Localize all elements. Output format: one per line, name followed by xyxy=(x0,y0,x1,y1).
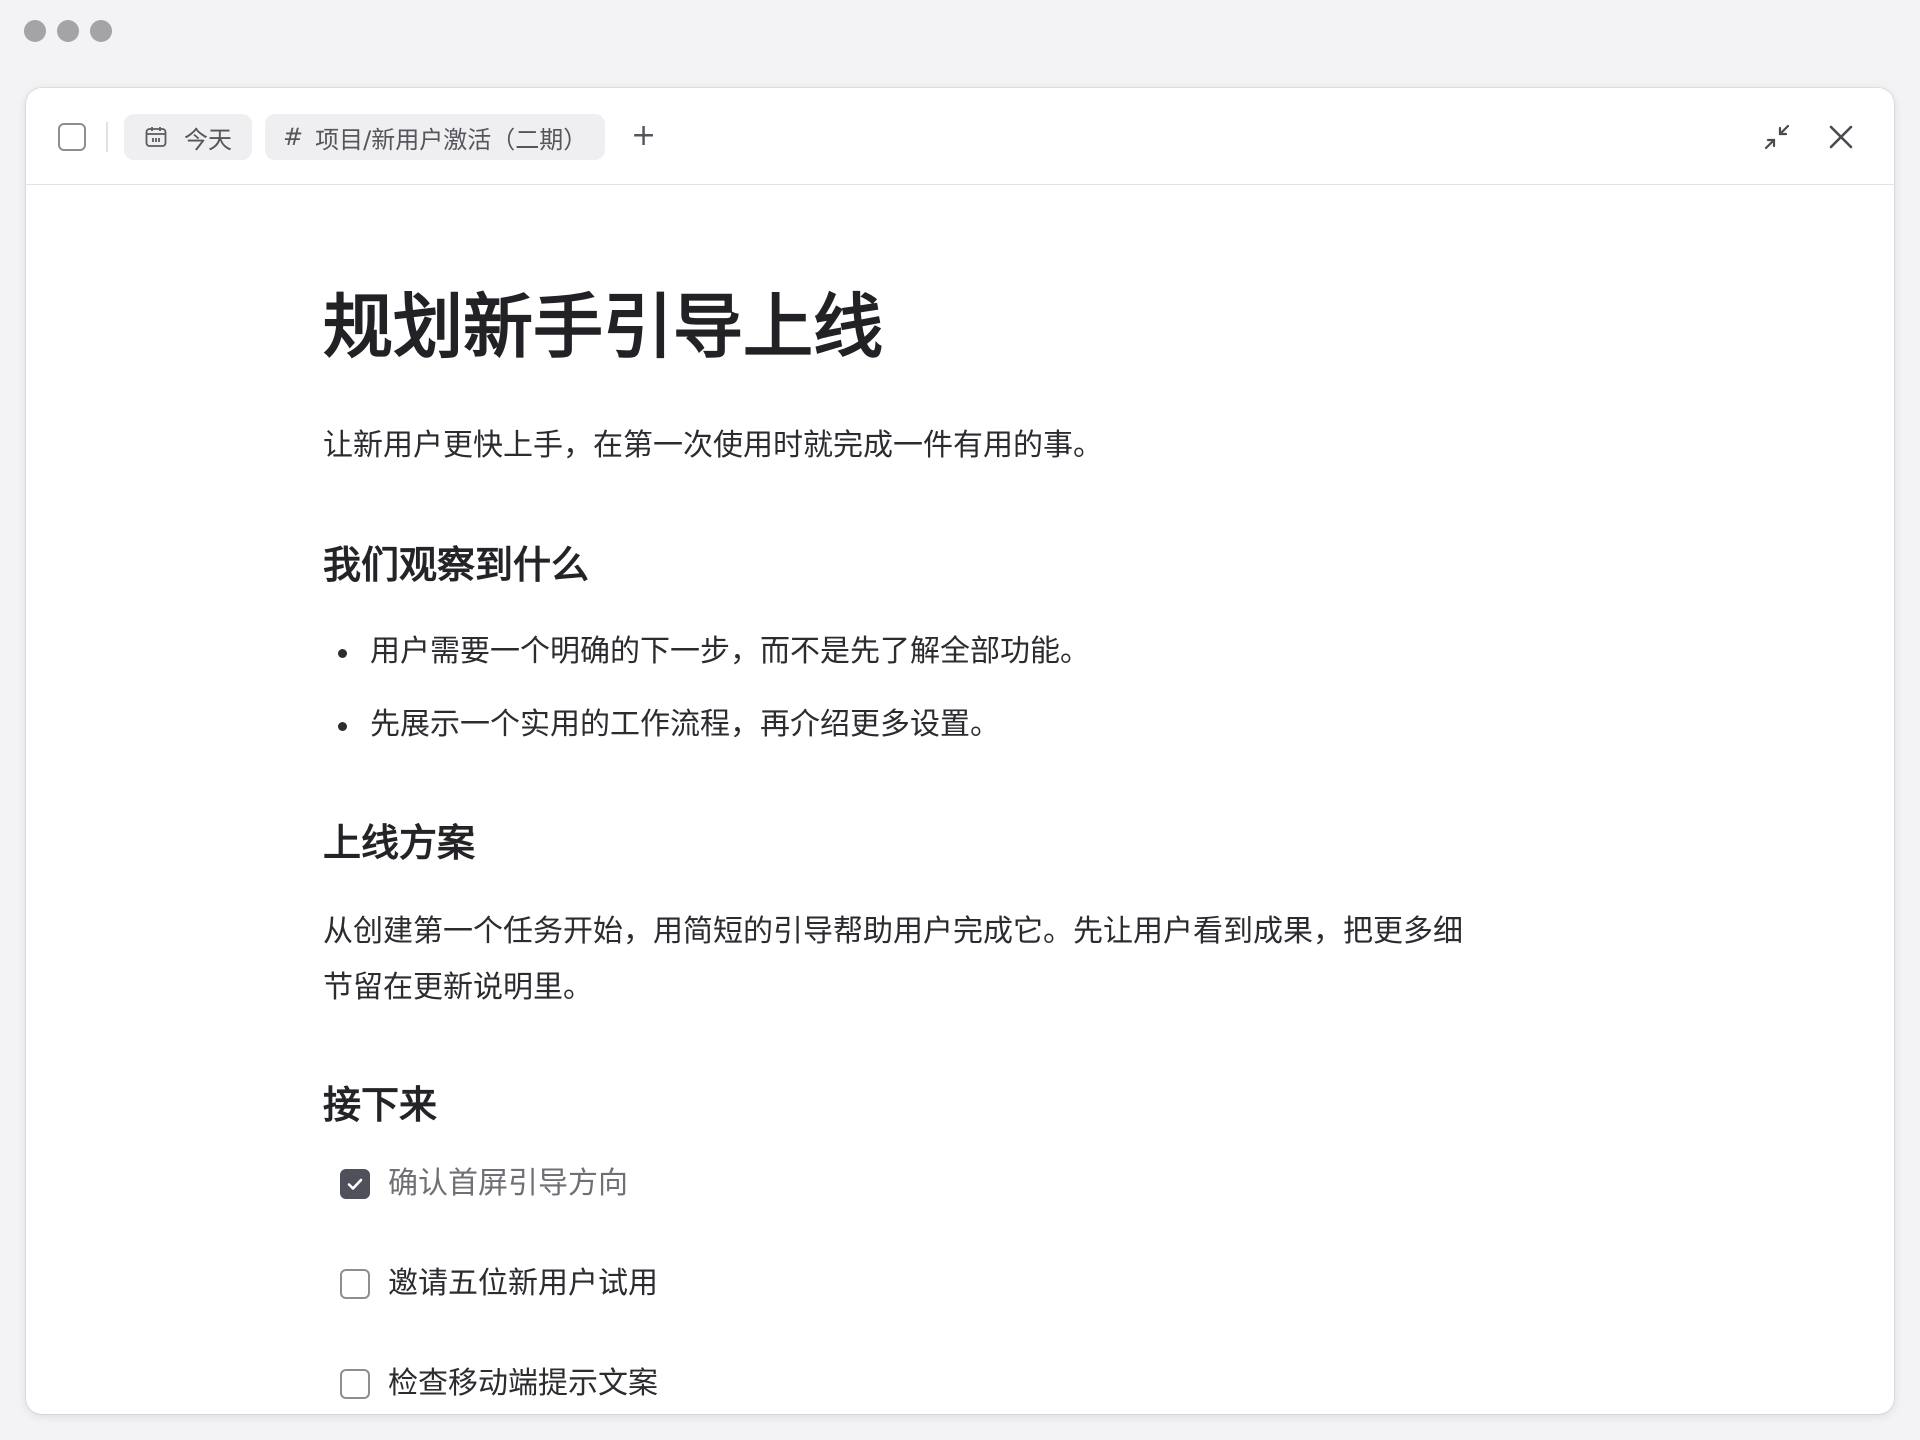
checkmark-icon xyxy=(347,1178,363,1190)
launch-plan-line-2: 节留在更新说明里。 xyxy=(323,970,593,1005)
todo-item: 邀请五位新用户试用 xyxy=(340,1260,658,1308)
todo-label[interactable]: 检查移动端提示文案 xyxy=(388,1360,658,1408)
app-frame: 今天 # 项目/新用户激活（二期） + 规划新手引导上线 让新用户更快上手，在第… xyxy=(0,0,1920,1440)
launch-plan-line-1: 从创建第一个任务开始，用简短的引导帮助用户完成它。先让用户看到成果，把更多细 xyxy=(323,914,1463,949)
todo-label[interactable]: 确认首屏引导方向 xyxy=(388,1160,628,1208)
document-title[interactable]: 规划新手引导上线 xyxy=(323,285,883,369)
section-heading-observations: 我们观察到什么 xyxy=(323,543,590,587)
list-item: 先展示一个实用的工作流程，再介绍更多设置。 xyxy=(323,701,1000,749)
calendar-icon xyxy=(145,127,167,147)
window-close-dot[interactable] xyxy=(24,20,46,42)
hash-icon: # xyxy=(283,123,304,151)
section-heading-next-steps: 接下来 xyxy=(323,1083,438,1127)
window-controls xyxy=(24,20,112,42)
close-icon[interactable] xyxy=(1826,122,1856,152)
todo-checkbox-checked[interactable] xyxy=(340,1169,370,1199)
todo-checkbox[interactable] xyxy=(340,1269,370,1299)
project-tag-chip[interactable]: # 项目/新用户激活（二期） xyxy=(265,114,605,160)
due-date-chip[interactable]: 今天 xyxy=(124,114,252,160)
window-zoom-dot[interactable] xyxy=(90,20,112,42)
section-heading-launch-plan: 上线方案 xyxy=(323,821,476,865)
project-tag-label: 项目/新用户激活（二期） xyxy=(315,125,588,154)
intro-paragraph: 让新用户更快上手，在第一次使用时就完成一件有用的事。 xyxy=(323,428,1103,463)
add-property-button[interactable]: + xyxy=(631,118,656,154)
todo-item: 确认首屏引导方向 xyxy=(340,1160,628,1208)
toolbar: 今天 # 项目/新用户激活（二期） + xyxy=(26,88,1894,185)
collapse-icon[interactable] xyxy=(1762,122,1792,152)
task-complete-checkbox[interactable] xyxy=(58,123,86,151)
todo-item: 检查移动端提示文案 xyxy=(340,1360,658,1408)
task-detail-window: 今天 # 项目/新用户激活（二期） + xyxy=(26,88,1894,1414)
due-date-label: 今天 xyxy=(184,125,232,154)
list-item: 用户需要一个明确的下一步，而不是先了解全部功能。 xyxy=(323,628,1090,676)
todo-label[interactable]: 邀请五位新用户试用 xyxy=(388,1260,658,1308)
toolbar-divider xyxy=(106,122,108,152)
window-minimize-dot[interactable] xyxy=(57,20,79,42)
todo-checkbox[interactable] xyxy=(340,1369,370,1399)
